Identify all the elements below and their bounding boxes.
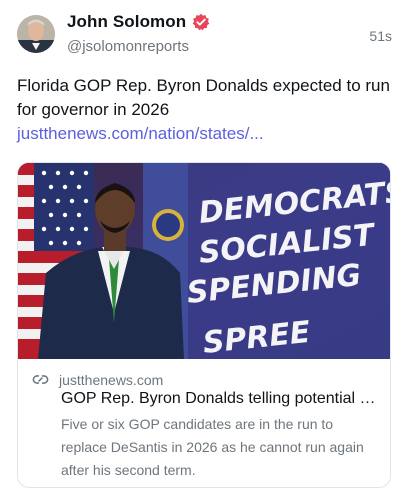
author-name[interactable]: John Solomon [67,12,186,32]
link-preview-card[interactable]: DEMOCRATS' SOCIALIST SPENDING SPREE just… [17,162,391,488]
post-text: Florida GOP Rep. Byron Donalds expected … [17,74,392,146]
post-body: Florida GOP Rep. Byron Donalds expected … [17,76,390,119]
link-icon [32,371,49,388]
post[interactable]: John Solomon @jsolomonreports 51s Florid… [0,0,409,500]
author-handle[interactable]: @jsolomonreports [67,38,189,55]
card-title[interactable]: GOP Rep. Byron Donalds telling potential… [61,390,383,408]
post-link[interactable]: justthenews.com/nation/states/... [17,124,264,143]
link-preview-image[interactable]: DEMOCRATS' SOCIALIST SPENDING SPREE [18,163,390,359]
verified-badge-icon [192,13,210,31]
card-description: Five or six GOP candidates are in the ru… [61,416,364,478]
post-timestamp[interactable]: 51s [369,28,392,44]
card-domain: justthenews.com [59,371,164,388]
author-avatar[interactable] [17,15,55,53]
link-preview-meta[interactable]: justthenews.com GOP Rep. Byron Donalds t… [18,359,390,487]
